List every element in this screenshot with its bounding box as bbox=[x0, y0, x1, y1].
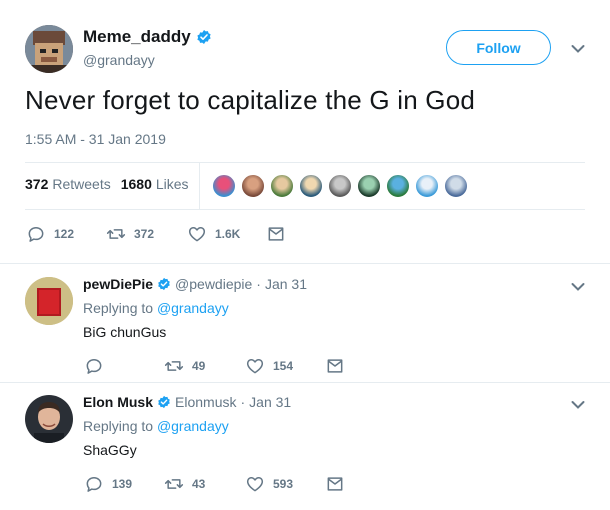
liker-avatar[interactable] bbox=[444, 174, 468, 198]
dm-button[interactable] bbox=[266, 224, 286, 244]
reply-header: pewDiePie @pewdiepie · Jan 31 bbox=[83, 276, 307, 292]
reply-name[interactable]: pewDiePie bbox=[83, 276, 153, 292]
reply-button[interactable]: 139 bbox=[84, 474, 132, 494]
dm-icon bbox=[327, 477, 343, 491]
replying-to: Replying to @grandayy bbox=[83, 418, 229, 434]
reply-text: ShaGGy bbox=[83, 442, 137, 458]
dm-button[interactable] bbox=[325, 474, 345, 494]
liker-avatar[interactable] bbox=[357, 174, 381, 198]
dm-icon bbox=[327, 359, 343, 373]
liker-avatar[interactable] bbox=[299, 174, 323, 198]
divider bbox=[0, 263, 610, 264]
likes-stat-label: Likes bbox=[155, 176, 189, 192]
divider bbox=[25, 162, 585, 163]
retweets-stat-label: Retweets bbox=[52, 176, 111, 192]
reply-avatar[interactable] bbox=[25, 395, 73, 443]
like-button[interactable]: 154 bbox=[245, 356, 293, 376]
liker-avatar[interactable] bbox=[328, 174, 352, 198]
chevron-down-icon[interactable] bbox=[571, 400, 585, 410]
liker-avatar[interactable] bbox=[415, 174, 439, 198]
replying-to: Replying to @grandayy bbox=[83, 300, 229, 316]
like-icon bbox=[246, 477, 264, 492]
separator-dot: · bbox=[240, 394, 246, 410]
reply-count: 122 bbox=[54, 227, 75, 241]
engagement-stats: 372 Retweets 1680 Likes bbox=[25, 176, 189, 192]
reply-icon bbox=[86, 359, 102, 374]
like-icon bbox=[246, 359, 264, 374]
separator-dot: · bbox=[256, 276, 261, 292]
dm-icon bbox=[268, 227, 284, 241]
replying-to-link[interactable]: @grandayy bbox=[157, 300, 229, 316]
retweet-count: 372 bbox=[134, 227, 155, 241]
likes-stat-count: 1680 bbox=[120, 176, 152, 192]
reply-header: Elon Musk Elonmusk · Jan 31 bbox=[83, 394, 291, 410]
divider bbox=[25, 209, 585, 210]
chevron-down-icon[interactable] bbox=[571, 44, 585, 54]
like-icon bbox=[188, 227, 206, 242]
replying-to-prefix: Replying to bbox=[83, 418, 154, 434]
chevron-down-icon[interactable] bbox=[571, 282, 585, 292]
author-name-text[interactable]: Meme_daddy bbox=[83, 27, 191, 47]
follow-button[interactable]: Follow bbox=[446, 30, 551, 65]
divider bbox=[0, 382, 610, 383]
like-count: 593 bbox=[273, 477, 294, 491]
reply-date[interactable]: Jan 31 bbox=[249, 394, 291, 410]
replying-to-prefix: Replying to bbox=[83, 300, 154, 316]
reply-handle[interactable]: @pewdiepie bbox=[175, 276, 252, 292]
liker-avatar[interactable] bbox=[212, 174, 236, 198]
retweets-stat-count: 372 bbox=[25, 176, 49, 192]
retweet-icon bbox=[106, 229, 126, 239]
author-name[interactable]: Meme_daddy bbox=[83, 27, 212, 47]
reply-icon bbox=[86, 477, 102, 492]
retweet-button[interactable]: 49 bbox=[164, 356, 205, 376]
like-button[interactable]: 593 bbox=[245, 474, 293, 494]
retweet-icon bbox=[164, 361, 184, 371]
reply-name[interactable]: Elon Musk bbox=[83, 394, 153, 410]
tweet-timestamp[interactable]: 1:55 AM - 31 Jan 2019 bbox=[25, 131, 166, 147]
reply-count: 139 bbox=[112, 477, 133, 491]
retweet-count: 43 bbox=[192, 477, 206, 491]
verified-badge-icon bbox=[158, 277, 170, 291]
reply-icon bbox=[28, 227, 44, 242]
like-count: 1.6K bbox=[215, 227, 241, 241]
likes-stat[interactable]: 1680 Likes bbox=[121, 176, 189, 192]
liker-avatar[interactable] bbox=[270, 174, 294, 198]
like-button[interactable]: 1.6K bbox=[187, 224, 240, 244]
retweets-stat[interactable]: 372 Retweets bbox=[25, 176, 111, 192]
reply-button[interactable] bbox=[84, 356, 112, 376]
reply-avatar[interactable] bbox=[25, 277, 73, 325]
reply-date[interactable]: Jan 31 bbox=[265, 276, 307, 292]
tweet-text: Never forget to capitalize the G in God bbox=[25, 85, 476, 115]
author-avatar[interactable] bbox=[25, 25, 73, 73]
verified-badge-icon bbox=[197, 30, 211, 44]
dm-button[interactable] bbox=[325, 356, 345, 376]
liker-avatar[interactable] bbox=[241, 174, 265, 198]
stats-divider bbox=[199, 163, 200, 209]
liker-avatar[interactable] bbox=[386, 174, 410, 198]
retweet-count: 49 bbox=[192, 359, 206, 373]
like-count: 154 bbox=[273, 359, 294, 373]
reply-handle[interactable]: Elonmusk bbox=[175, 394, 236, 410]
retweet-icon bbox=[164, 479, 184, 489]
replying-to-link[interactable]: @grandayy bbox=[157, 418, 229, 434]
retweet-button[interactable]: 372 bbox=[106, 224, 154, 244]
reply-button[interactable]: 122 bbox=[26, 224, 74, 244]
reply-text: BiG chunGus bbox=[83, 324, 167, 340]
verified-badge-icon bbox=[158, 395, 170, 409]
retweet-button[interactable]: 43 bbox=[164, 474, 205, 494]
author-handle[interactable]: @grandayy bbox=[83, 52, 155, 68]
